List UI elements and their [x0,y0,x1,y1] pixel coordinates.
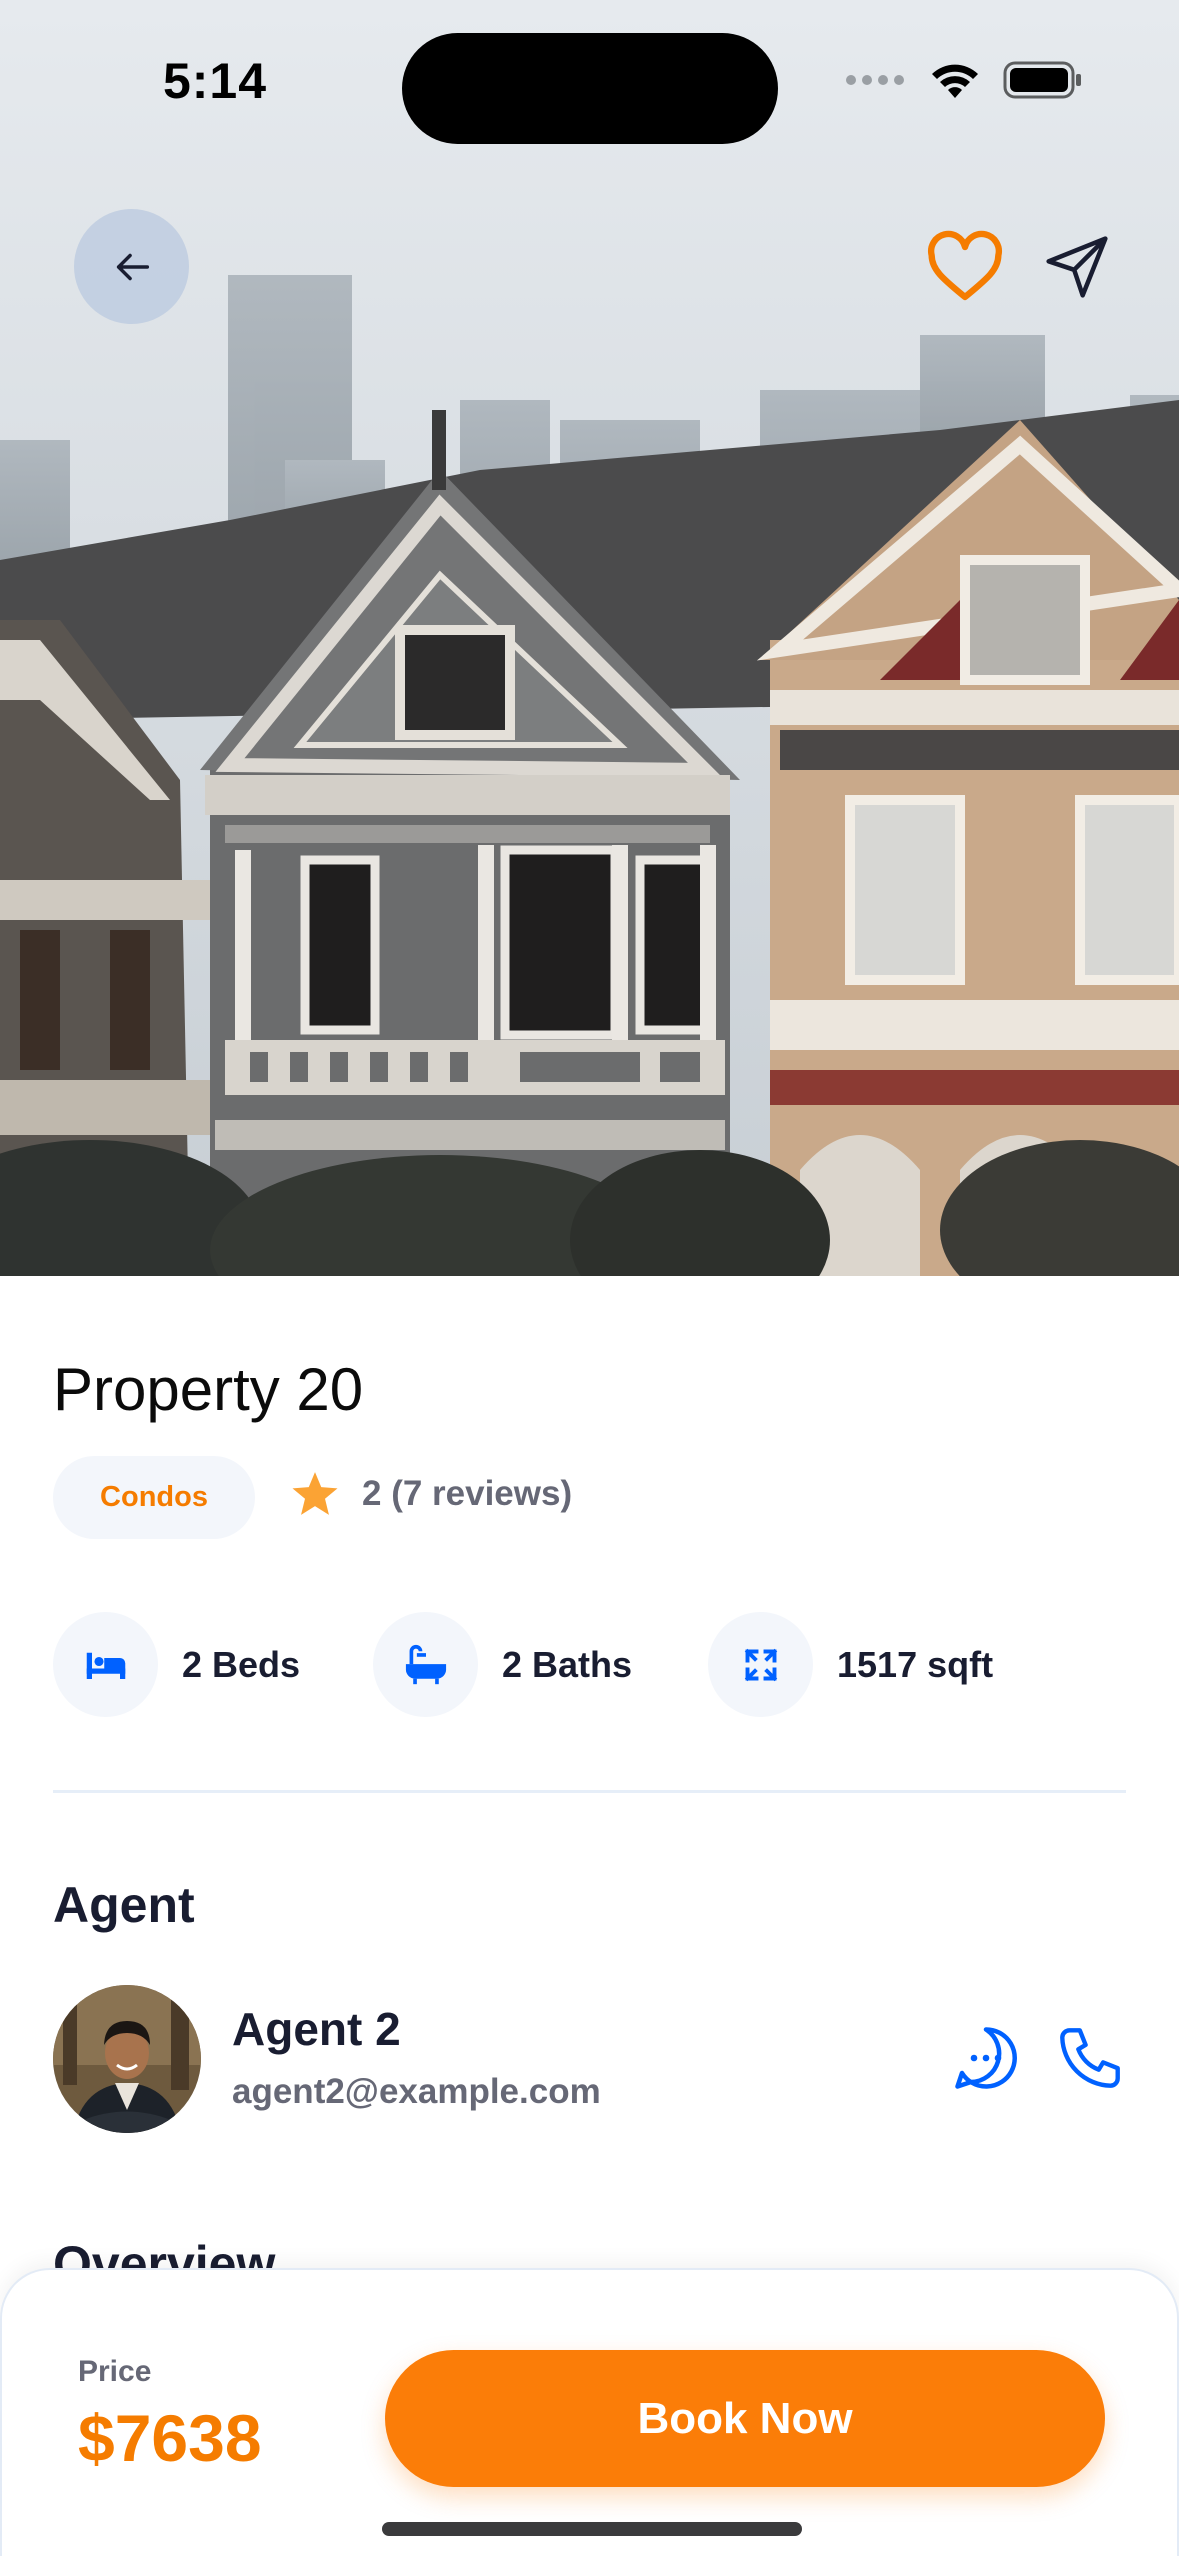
arrow-left-icon [116,253,149,280]
chat-button[interactable] [948,2020,1024,2096]
book-now-button[interactable]: Book Now [385,2350,1105,2487]
bed-icon-wrap [53,1612,158,1717]
property-hero-image: 5:14 [0,0,1179,1276]
bath-icon-wrap [373,1612,478,1717]
feature-area-label: 1517 sqft [837,1643,994,1685]
booking-bar: Price $7638 Book Now [0,2268,1179,2556]
book-now-label: Book Now [637,2393,853,2443]
expand-icon [744,1648,777,1681]
status-time: 5:14 [162,53,268,109]
status-icons [845,60,1083,100]
agent-photo [53,1985,201,2133]
rating: 2 (7 reviews) [290,1470,572,1518]
category-badge: Condos [53,1456,255,1539]
price-value: $7638 [78,2401,262,2475]
star-icon [292,1472,338,1515]
feature-baths-label: 2 Baths [502,1643,633,1685]
expand-icon-wrap [708,1612,813,1717]
signal-dots-icon [846,75,904,85]
phone-icon [1060,2028,1120,2088]
battery-icon [1003,61,1081,99]
feature-baths: 2 Baths [373,1612,632,1717]
bath-icon [405,1644,446,1684]
bed-icon [86,1652,125,1679]
property-title: Property 20 [53,1356,364,1423]
agent-name: Agent 2 [232,2003,401,2055]
rating-text: 2 (7 reviews) [362,1474,573,1513]
wifi-icon [932,64,978,98]
feature-area: 1517 sqft [708,1612,993,1717]
feature-beds-label: 2 Beds [182,1643,301,1685]
favorite-button[interactable] [922,224,1008,310]
divider [53,1790,1126,1793]
category-label: Condos [100,1481,208,1513]
dynamic-island [402,33,778,144]
agent-email: agent2@example.com [232,2072,601,2111]
status-bar: 5:14 [0,0,1179,150]
share-button[interactable] [1032,222,1122,312]
victorian-houses-photo [0,0,1179,1276]
feature-list: 2 Beds 2 Baths 1517 sqft [53,1612,1133,1717]
agent-heading: Agent [53,1877,195,1933]
feature-beds: 2 Beds [53,1612,300,1717]
avatar[interactable] [53,1985,201,2133]
send-icon [1046,236,1108,298]
back-button[interactable] [74,209,189,324]
heart-icon [928,230,1002,301]
price-label: Price [78,2355,152,2388]
chat-icon [955,2027,1017,2089]
call-button[interactable] [1050,2018,1130,2098]
home-indicator[interactable] [382,2522,802,2536]
